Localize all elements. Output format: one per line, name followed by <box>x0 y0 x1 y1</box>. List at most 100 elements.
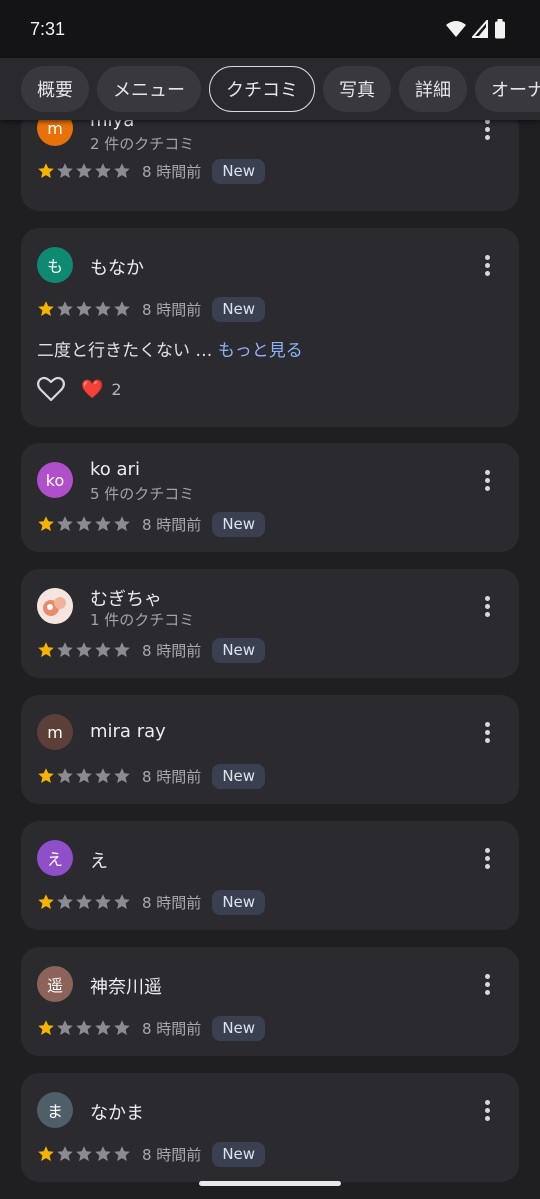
tab-photos[interactable]: 写真 <box>323 66 391 112</box>
reviewer-name[interactable]: 神奈川遥 <box>90 973 162 999</box>
review-card: 遥 神奈川遥 8 時間前 New <box>21 947 519 1056</box>
signal-icon <box>472 20 488 38</box>
review-time: 8 時間前 <box>142 641 202 660</box>
star-empty-icon <box>95 301 111 316</box>
star-empty-icon <box>114 1146 130 1161</box>
star-empty-icon <box>57 301 73 316</box>
new-badge: New <box>212 511 266 537</box>
tab-bar: 概要 メニュー クチコミ 写真 詳細 オーナー <box>0 58 540 120</box>
reaction-count: 2 <box>111 379 122 399</box>
review-card: むぎちゃ 1 件のクチコミ 8 時間前 New <box>21 569 519 678</box>
avatar: も <box>37 247 73 283</box>
review-time: 8 時間前 <box>142 1019 202 1038</box>
star-filled-icon <box>38 1146 54 1161</box>
more-options-icon[interactable] <box>477 466 497 494</box>
status-icons <box>446 19 506 39</box>
star-rating <box>37 767 131 785</box>
review-card: m miya 2 件のクチコミ 8 時間前 New <box>21 120 519 211</box>
review-time: 8 時間前 <box>142 1145 202 1164</box>
avatar: ko <box>37 462 73 498</box>
reviewer-name[interactable]: miya <box>90 120 134 131</box>
avatar <box>37 588 73 624</box>
star-empty-icon <box>114 768 130 783</box>
status-time: 7:31 <box>30 18 66 39</box>
tab-menu[interactable]: メニュー <box>97 66 201 112</box>
review-time: 8 時間前 <box>142 162 202 181</box>
star-filled-icon <box>38 768 54 783</box>
rating-row: 8 時間前 New <box>37 763 266 789</box>
illustrated-avatar-image <box>37 588 73 624</box>
new-badge: New <box>212 763 266 789</box>
more-options-icon[interactable] <box>477 120 497 143</box>
star-empty-icon <box>95 768 111 783</box>
review-count: 2 件のクチコミ <box>90 135 195 153</box>
heart-reaction-icon: ❤️ <box>81 378 104 400</box>
star-empty-icon <box>57 163 73 178</box>
read-more-link[interactable]: もっと見る <box>218 341 303 361</box>
star-empty-icon <box>57 768 73 783</box>
more-options-icon[interactable] <box>477 718 497 746</box>
review-card: ko ko ari 5 件のクチコミ 8 時間前 New <box>21 443 519 552</box>
avatar: 遥 <box>37 966 73 1002</box>
star-filled-icon <box>38 516 54 531</box>
rating-row: 8 時間前 New <box>37 889 266 915</box>
tab-details[interactable]: 詳細 <box>399 66 467 112</box>
more-options-icon[interactable] <box>477 592 497 620</box>
star-empty-icon <box>76 1020 92 1035</box>
avatar: え <box>37 840 73 876</box>
avatar: m <box>37 714 73 750</box>
review-card: m mira ray 8 時間前 New <box>21 695 519 804</box>
wifi-icon <box>446 21 466 37</box>
star-empty-icon <box>114 642 130 657</box>
tab-owner[interactable]: オーナー <box>475 66 540 112</box>
more-options-icon[interactable] <box>477 844 497 872</box>
star-empty-icon <box>76 163 92 178</box>
review-list: m miya 2 件のクチコミ 8 時間前 New も もなか 8 時間前 Ne… <box>0 120 540 1199</box>
star-empty-icon <box>76 768 92 783</box>
star-empty-icon <box>114 301 130 316</box>
review-actions: ❤️ 2 <box>37 376 122 402</box>
more-options-icon[interactable] <box>477 970 497 998</box>
reviewer-name[interactable]: むぎちゃ <box>90 585 162 611</box>
review-card: も もなか 8 時間前 New 二度と行きたくない … もっと見る ❤️ 2 <box>21 228 519 427</box>
star-empty-icon <box>95 516 111 531</box>
tab-reviews[interactable]: クチコミ <box>209 66 315 112</box>
review-count: 5 件のクチコミ <box>90 485 195 503</box>
tab-overview[interactable]: 概要 <box>21 66 89 112</box>
reviewer-name[interactable]: ko ari <box>90 459 140 480</box>
avatar: m <box>37 120 73 146</box>
star-rating <box>37 162 131 180</box>
review-time: 8 時間前 <box>142 515 202 534</box>
more-options-icon[interactable] <box>477 251 497 279</box>
home-indicator[interactable] <box>199 1181 341 1186</box>
new-badge: New <box>212 296 266 322</box>
heart-outline-icon[interactable] <box>37 376 65 402</box>
star-rating <box>37 641 131 659</box>
review-card: え え 8 時間前 New <box>21 821 519 930</box>
rating-row: 8 時間前 New <box>37 511 266 537</box>
star-empty-icon <box>95 642 111 657</box>
star-filled-icon <box>38 301 54 316</box>
new-badge: New <box>212 158 266 184</box>
new-badge: New <box>212 889 266 915</box>
star-empty-icon <box>95 1146 111 1161</box>
reviewer-name[interactable]: もなか <box>90 254 144 280</box>
star-rating <box>37 515 131 533</box>
star-empty-icon <box>76 1146 92 1161</box>
star-empty-icon <box>57 894 73 909</box>
review-count: 1 件のクチコミ <box>90 611 195 629</box>
reviewer-name[interactable]: mira ray <box>90 721 166 742</box>
star-empty-icon <box>95 1020 111 1035</box>
star-empty-icon <box>57 1146 73 1161</box>
avatar: ま <box>37 1092 73 1128</box>
battery-icon <box>495 19 505 39</box>
star-empty-icon <box>114 516 130 531</box>
more-options-icon[interactable] <box>477 1096 497 1124</box>
reviewer-name[interactable]: え <box>90 847 108 873</box>
review-text: 二度と行きたくない … もっと見る <box>37 341 303 361</box>
star-filled-icon <box>38 642 54 657</box>
reviewer-name[interactable]: なかま <box>90 1099 144 1125</box>
star-empty-icon <box>95 894 111 909</box>
rating-row: 8 時間前 New <box>37 158 266 184</box>
review-card: ま なかま 8 時間前 New <box>21 1073 519 1182</box>
